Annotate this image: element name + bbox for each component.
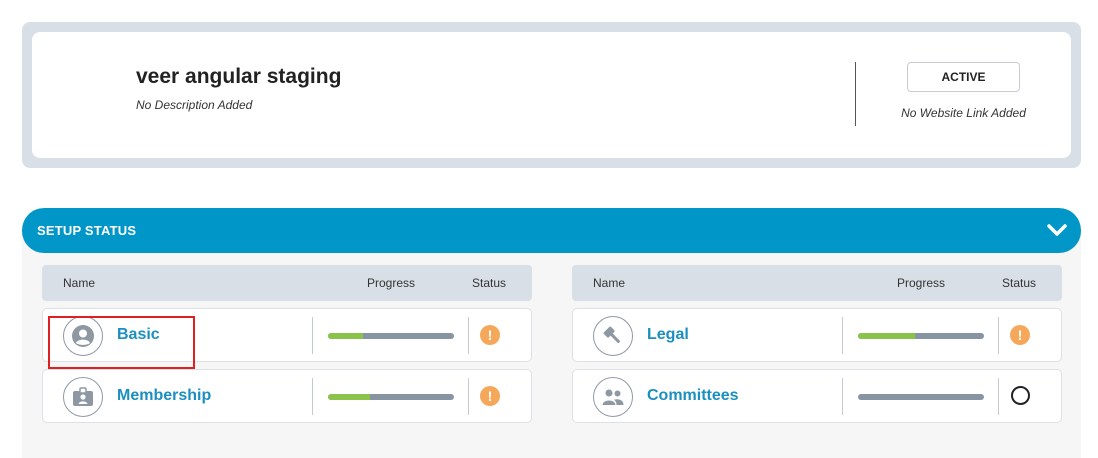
divider [998,317,999,354]
table-header: Name Progress Status [572,265,1062,301]
progress-bar [328,333,454,339]
setup-row-legal[interactable]: Legal ! [572,308,1062,362]
setup-status-header[interactable]: SETUP STATUS [22,208,1081,253]
progress-fill [328,333,364,339]
setup-row-basic[interactable]: Basic ! [42,308,532,362]
warning-icon: ! [480,386,500,406]
setup-row-label[interactable]: Legal [647,326,689,344]
table-header: Name Progress Status [42,265,532,301]
org-divider [855,62,856,126]
divider [468,317,469,354]
progress-fill [328,394,370,400]
warning-icon: ! [480,325,500,345]
divider [312,378,313,415]
incomplete-status-icon [1011,386,1030,405]
progress-bar [858,394,984,400]
warning-icon: ! [1010,325,1030,345]
org-description: No Description Added [136,98,253,112]
setup-table-right: Name Progress Status Legal ! Committees [572,265,1062,423]
column-header-name: Name [593,276,626,290]
setup-status-title: SETUP STATUS [37,223,137,238]
org-title: veer angular staging [136,65,342,88]
column-header-progress: Progress [897,276,946,290]
divider [998,378,999,415]
setup-row-label[interactable]: Membership [117,387,211,405]
id-badge-icon [63,377,103,417]
setup-row-committees[interactable]: Committees [572,369,1062,423]
divider [842,378,843,415]
user-circle-icon [63,316,103,356]
column-header-status: Status [1002,276,1037,290]
setup-row-label[interactable]: Basic [117,326,160,344]
setup-status-panel: SETUP STATUS Name Progress Status Basic … [22,208,1081,458]
chevron-down-icon[interactable] [1046,221,1068,239]
divider [312,317,313,354]
progress-bar [858,333,984,339]
divider [842,317,843,354]
progress-fill [858,333,915,339]
column-header-progress: Progress [367,276,416,290]
org-card: veer angular staging No Description Adde… [32,32,1071,158]
status-badge-button[interactable]: ACTIVE [907,62,1020,92]
setup-row-label[interactable]: Committees [647,387,739,405]
gavel-icon [593,316,633,356]
divider [468,378,469,415]
org-card-frame: veer angular staging No Description Adde… [22,22,1081,168]
column-header-name: Name [63,276,96,290]
setup-table-left: Name Progress Status Basic ! Membership … [42,265,532,423]
website-link-text: No Website Link Added [901,106,1026,120]
group-icon [593,377,633,417]
column-header-status: Status [472,276,507,290]
progress-bar [328,394,454,400]
setup-row-membership[interactable]: Membership ! [42,369,532,423]
